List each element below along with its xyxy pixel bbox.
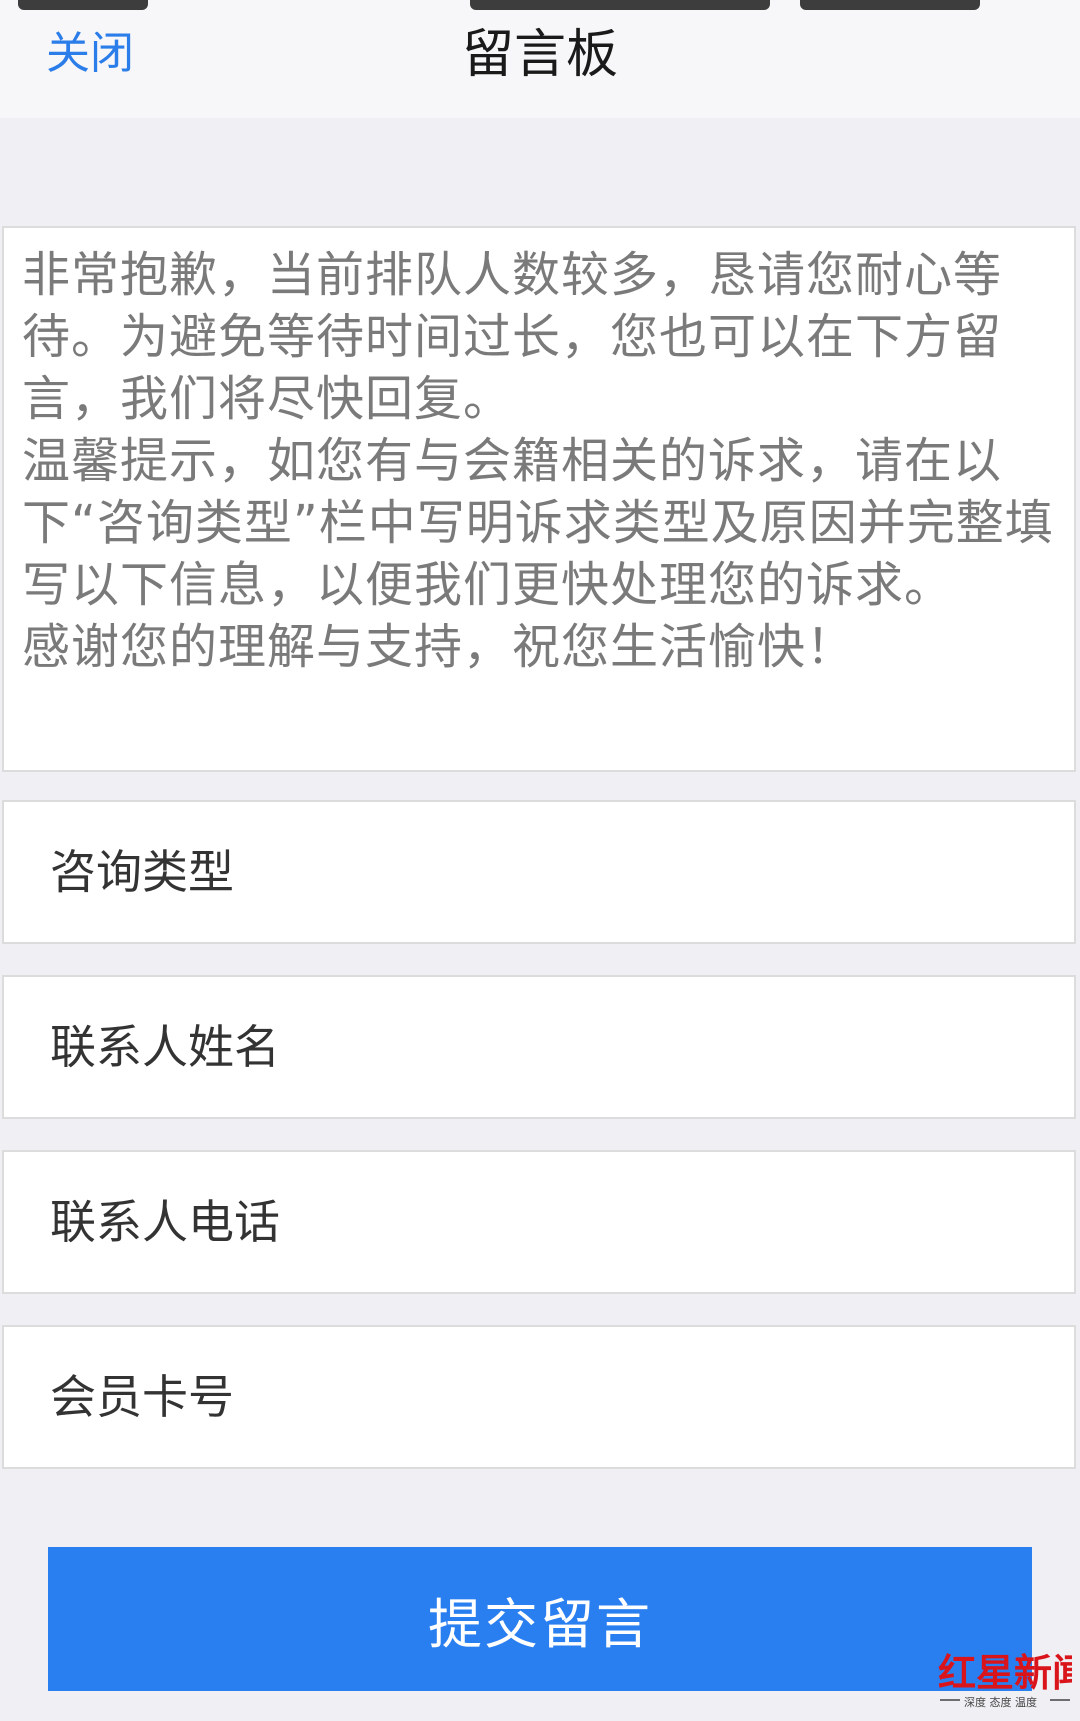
notice-message: 非常抱歉，当前排队人数较多，恳请您耐心等待。为避免等待时间过长，您也可以在下方留… <box>2 226 1076 772</box>
inquiry-type-label: 咨询类型 <box>50 845 234 899</box>
contact-name-field[interactable]: 联系人姓名 <box>2 975 1076 1119</box>
notice-paragraph-2: 温馨提示，如您有与会籍相关的诉求，请在以下“咨询类型”栏中写明诉求类型及原因并完… <box>22 433 1054 613</box>
member-card-number-label: 会员卡号 <box>50 1370 234 1424</box>
contact-phone-label: 联系人电话 <box>50 1195 280 1249</box>
message-board-page: 关闭 留言板 非常抱歉，当前排队人数较多，恳请您耐心等待。为避免等待时间过长，您… <box>0 0 1080 1721</box>
status-bar <box>0 0 1080 18</box>
member-card-number-field[interactable]: 会员卡号 <box>2 1325 1076 1469</box>
submit-message-button[interactable]: 提交留言 <box>48 1547 1032 1691</box>
contact-phone-field[interactable]: 联系人电话 <box>2 1150 1076 1294</box>
contact-name-label: 联系人姓名 <box>50 1020 280 1074</box>
notice-paragraph-1: 非常抱歉，当前排队人数较多，恳请您耐心等待。为避免等待时间过长，您也可以在下方留… <box>22 247 1003 427</box>
page-title: 留言板 <box>461 25 618 85</box>
inquiry-type-field[interactable]: 咨询类型 <box>2 800 1076 944</box>
close-button[interactable]: 关闭 <box>46 26 134 82</box>
watermark-slogan-text: 深度 态度 温度 <box>964 1695 1037 1709</box>
navigation-bar: 关闭 留言板 <box>0 0 1080 118</box>
notice-paragraph-3: 感谢您的理解与支持，祝您生活愉快！ <box>22 619 856 675</box>
